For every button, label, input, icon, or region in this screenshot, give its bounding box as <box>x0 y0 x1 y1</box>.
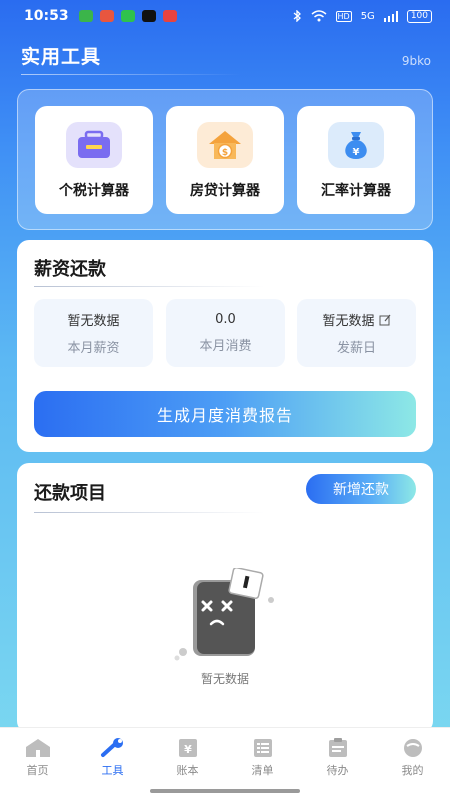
stat-value-text: 0.0 <box>215 312 236 327</box>
tab-profile[interactable]: 我的 <box>375 728 450 784</box>
section-title: 薪资还款 <box>34 259 106 280</box>
stat-value: 暂无数据 <box>67 310 119 329</box>
signal-label: 5G <box>360 10 375 22</box>
bottom-tab-bar: 首页 工具 ¥ 账本 清单 待办 我的 <box>0 727 450 784</box>
svg-text:¥: ¥ <box>353 147 360 158</box>
stat-label: 本月薪资 <box>67 341 120 356</box>
notification-icon <box>162 10 177 22</box>
briefcase-icon <box>78 130 110 158</box>
tab-label: 我的 <box>401 764 424 777</box>
status-time: 10:53 <box>24 8 69 24</box>
page-header: 实用工具 9bko <box>21 42 431 82</box>
tab-label: 首页 <box>26 764 49 777</box>
bluetooth-icon <box>293 10 301 22</box>
svg-text:$: $ <box>222 148 228 158</box>
tab-list[interactable]: 清单 <box>225 728 300 784</box>
notification-icon <box>141 10 156 22</box>
network-badge: HD <box>335 10 352 22</box>
empty-box-icon <box>174 566 274 661</box>
mortgage-calculator-card[interactable]: $ 房贷计算器 <box>166 106 284 214</box>
tab-todo[interactable]: 待办 <box>300 728 375 784</box>
status-indicators: HD 5G 100 <box>293 9 432 23</box>
signal-icon <box>383 10 398 22</box>
tool-label: 房贷计算器 <box>190 183 260 199</box>
tool-icon-bg: $ <box>197 122 253 168</box>
home-icon <box>25 739 50 757</box>
list-icon <box>253 739 272 757</box>
stat-label: 发薪日 <box>336 341 376 356</box>
money-bag-icon: ¥ <box>345 132 367 159</box>
battery-indicator: 100 <box>406 9 432 23</box>
notification-icon <box>120 10 135 22</box>
stat-value: 暂无数据 <box>322 310 390 329</box>
payday-stat[interactable]: 暂无数据 发薪日 <box>297 299 416 367</box>
section-title: 还款项目 <box>34 483 106 504</box>
stat-value-text: 暂无数据 <box>67 314 120 329</box>
edit-icon[interactable] <box>379 314 391 326</box>
tab-label: 待办 <box>326 764 349 777</box>
status-bar: 10:53 HD 5G 100 <box>0 0 450 32</box>
profile-icon <box>403 739 422 757</box>
home-indicator[interactable] <box>150 789 300 793</box>
monthly-salary-stat[interactable]: 暂无数据 本月薪资 <box>34 299 153 367</box>
empty-text: 暂无数据 <box>200 672 249 686</box>
tab-label: 账本 <box>176 764 199 777</box>
tab-ledger[interactable]: ¥ 账本 <box>150 728 225 784</box>
tax-calculator-card[interactable]: 个税计算器 <box>35 106 153 214</box>
add-repayment-button[interactable]: 新增还款 <box>306 474 416 504</box>
title-underline <box>21 74 241 75</box>
ledger-icon: ¥ <box>178 739 197 757</box>
clipboard-icon <box>328 738 347 757</box>
tab-label: 工具 <box>101 764 124 777</box>
wifi-icon <box>311 10 326 22</box>
tool-label: 个税计算器 <box>59 183 129 199</box>
notification-icon <box>99 10 114 22</box>
salary-card: 薪资还款 暂无数据 本月薪资 0.0 本月消费 暂无数据 发薪日 生成月度消费报… <box>17 240 433 452</box>
repayment-card: 还款项目 新增还款 暂无数据 <box>17 463 433 733</box>
monthly-expense-stat[interactable]: 0.0 本月消费 <box>166 299 285 367</box>
exchange-calculator-card[interactable]: ¥ 汇率计算器 <box>297 106 415 214</box>
generate-report-button[interactable]: 生成月度消费报告 <box>34 391 416 437</box>
stat-value: 0.0 <box>215 312 236 327</box>
tool-label: 汇率计算器 <box>321 183 391 199</box>
tab-tools[interactable]: 工具 <box>75 728 150 784</box>
svg-text:¥: ¥ <box>184 743 192 756</box>
tab-label: 清单 <box>251 764 274 777</box>
section-underline <box>34 286 264 287</box>
tool-icon-bg: ¥ <box>328 122 384 168</box>
tools-panel: 个税计算器 $ 房贷计算器 ¥ 汇率计算器 <box>17 89 433 230</box>
notification-icon <box>78 10 93 22</box>
section-underline <box>34 512 264 513</box>
house-coin-icon: $ <box>209 131 241 159</box>
stat-value-text: 暂无数据 <box>322 314 375 329</box>
header-tag: 9bko <box>401 54 431 68</box>
stat-label: 本月消费 <box>199 339 252 354</box>
tool-icon-bg <box>66 122 122 168</box>
tab-home[interactable]: 首页 <box>0 728 75 784</box>
wrench-icon <box>100 738 123 757</box>
page-title: 实用工具 <box>21 46 102 68</box>
